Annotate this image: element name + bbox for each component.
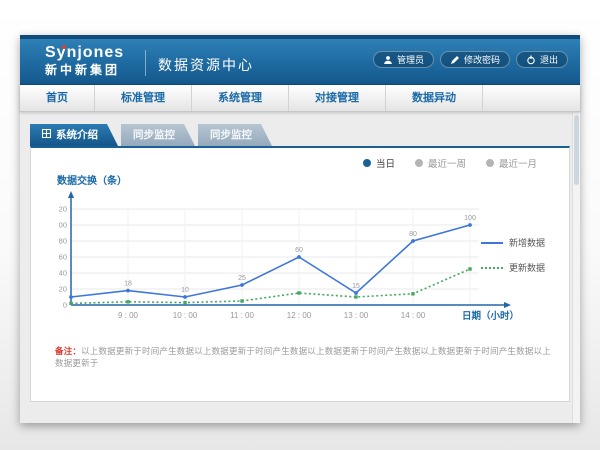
- data-point[interactable]: [240, 299, 243, 302]
- range-option-label: 最近一周: [428, 156, 466, 170]
- x-tick-label: 9 : 00: [118, 311, 139, 320]
- user-button-label: 退出: [540, 53, 558, 66]
- nav-item-0[interactable]: 首页: [20, 85, 95, 111]
- brand-dot-icon: [62, 45, 66, 49]
- footer-note-prefix: 备注：: [55, 346, 81, 356]
- data-point-label: 15: [352, 283, 360, 290]
- user-button-1[interactable]: 修改密码: [440, 51, 510, 68]
- data-point[interactable]: [126, 289, 130, 293]
- tab-label: 同步监控: [133, 124, 175, 146]
- tab-1[interactable]: 同步监控: [121, 124, 195, 146]
- range-option-0[interactable]: 当日: [363, 156, 395, 170]
- user-button-label: 管理员: [397, 53, 424, 66]
- app-window: Synjones 新中新集团 数据资源中心 管理员修改密码退出 首页标准管理系统…: [20, 35, 580, 423]
- chart-y-axis-title: 数据交换（条）: [57, 172, 127, 187]
- edit-icon: [450, 55, 460, 65]
- tab-label: 系统介绍: [56, 124, 98, 146]
- chart-x-axis-title: 日期（小时）: [462, 310, 519, 322]
- user-button-2[interactable]: 退出: [516, 51, 568, 68]
- data-point[interactable]: [69, 295, 73, 299]
- tab-label: 同步监控: [210, 124, 252, 146]
- range-option-1[interactable]: 最近一周: [415, 156, 466, 170]
- data-point[interactable]: [411, 239, 415, 243]
- main-nav: 首页标准管理系统管理对接管理数据异动: [20, 85, 580, 112]
- legend-item-0: 新增数据: [481, 236, 559, 249]
- nav-item-4[interactable]: 数据异动: [386, 85, 483, 111]
- data-point[interactable]: [354, 295, 357, 298]
- legend-label: 新增数据: [509, 236, 545, 249]
- data-point[interactable]: [297, 255, 301, 259]
- data-point-label: 60: [295, 247, 303, 254]
- data-point[interactable]: [354, 291, 358, 295]
- y-tick-label: 40: [59, 269, 67, 278]
- x-tick-label: 10 : 00: [173, 311, 198, 320]
- user-button-label: 修改密码: [464, 53, 500, 66]
- legend-item-1: 更新数据: [481, 261, 559, 274]
- chart-legend: 新增数据更新数据: [481, 236, 559, 286]
- app-header: Synjones 新中新集团 数据资源中心 管理员 修改密码 退出: [20, 35, 580, 85]
- y-tick-label: 120: [59, 205, 67, 214]
- y-tick-label: 100: [59, 221, 67, 230]
- brand-logo-subtext: 新中新集团: [45, 62, 124, 78]
- data-point[interactable]: [183, 295, 187, 299]
- data-point[interactable]: [411, 292, 414, 295]
- legend-line-sample: [481, 242, 503, 244]
- radio-icon: [415, 159, 423, 167]
- range-option-label: 当日: [376, 156, 395, 170]
- y-tick-label: 20: [59, 285, 67, 294]
- radio-icon: [486, 159, 494, 167]
- vertical-scrollbar[interactable]: [572, 113, 580, 423]
- x-tick-label: 14 : 00: [401, 311, 426, 320]
- data-point-label: 80: [409, 231, 417, 238]
- brand-logo-text: Synjones: [45, 44, 124, 62]
- footer-note: 备注：以上数据更新于时间产生数据以上数据更新于时间产生数据以上数据更新于时间产生…: [55, 345, 555, 369]
- data-point[interactable]: [468, 267, 471, 270]
- data-point[interactable]: [240, 283, 244, 287]
- x-tick-label: 11 : 00: [230, 311, 254, 320]
- footer-note-text: 以上数据更新于时间产生数据以上数据更新于时间产生数据以上数据更新于时间产生数据以…: [55, 346, 551, 368]
- tab-2[interactable]: 同步监控: [198, 124, 272, 146]
- data-point-label: 25: [238, 275, 246, 282]
- legend-line-sample: [481, 267, 503, 269]
- user-button-0[interactable]: 管理员: [373, 51, 434, 68]
- legend-label: 更新数据: [509, 261, 545, 274]
- data-point[interactable]: [297, 291, 300, 294]
- y-tick-label: 0: [63, 301, 67, 310]
- user-icon: [383, 55, 393, 65]
- nav-item-1[interactable]: 标准管理: [95, 85, 192, 111]
- brand-logo: Synjones 新中新集团: [45, 44, 124, 78]
- data-point[interactable]: [126, 300, 129, 303]
- header-divider: [145, 50, 146, 76]
- time-range-options: 当日 最近一周 最近一月: [363, 156, 537, 170]
- y-tick-label: 60: [59, 253, 67, 262]
- data-point-label: 100: [464, 215, 476, 222]
- x-tick-label: 13 : 00: [344, 311, 369, 320]
- radio-icon: [363, 159, 371, 167]
- data-point-label: 10: [181, 287, 189, 294]
- power-icon: [526, 55, 536, 65]
- data-point-label: 18: [124, 281, 132, 288]
- scrollbar-thumb[interactable]: [574, 115, 579, 185]
- data-point[interactable]: [69, 302, 72, 305]
- content-panel: 当日 最近一周 最近一月 数据交换（条） 0 20 40 60 80 100 120 9 : 00…: [30, 146, 570, 402]
- page-title: 数据资源中心: [158, 55, 254, 75]
- data-point[interactable]: [468, 223, 472, 227]
- x-tick-label: 12 : 00: [287, 311, 312, 320]
- nav-item-2[interactable]: 系统管理: [192, 85, 289, 111]
- data-point[interactable]: [183, 301, 186, 304]
- user-buttons-group: 管理员 修改密码 退出: [373, 51, 568, 68]
- tab-0[interactable]: 系统介绍: [30, 124, 118, 146]
- range-option-2[interactable]: 最近一月: [486, 156, 537, 170]
- grid-icon: [42, 124, 51, 146]
- tab-bar: 系统介绍 同步监控 同步监控: [30, 124, 275, 146]
- nav-item-3[interactable]: 对接管理: [289, 85, 386, 111]
- line-chart: 0 20 40 60 80 100 120 9 : 00 10 : 00 11 : 00 12 : …: [59, 188, 521, 338]
- y-tick-label: 80: [59, 237, 67, 246]
- range-option-label: 最近一月: [499, 156, 537, 170]
